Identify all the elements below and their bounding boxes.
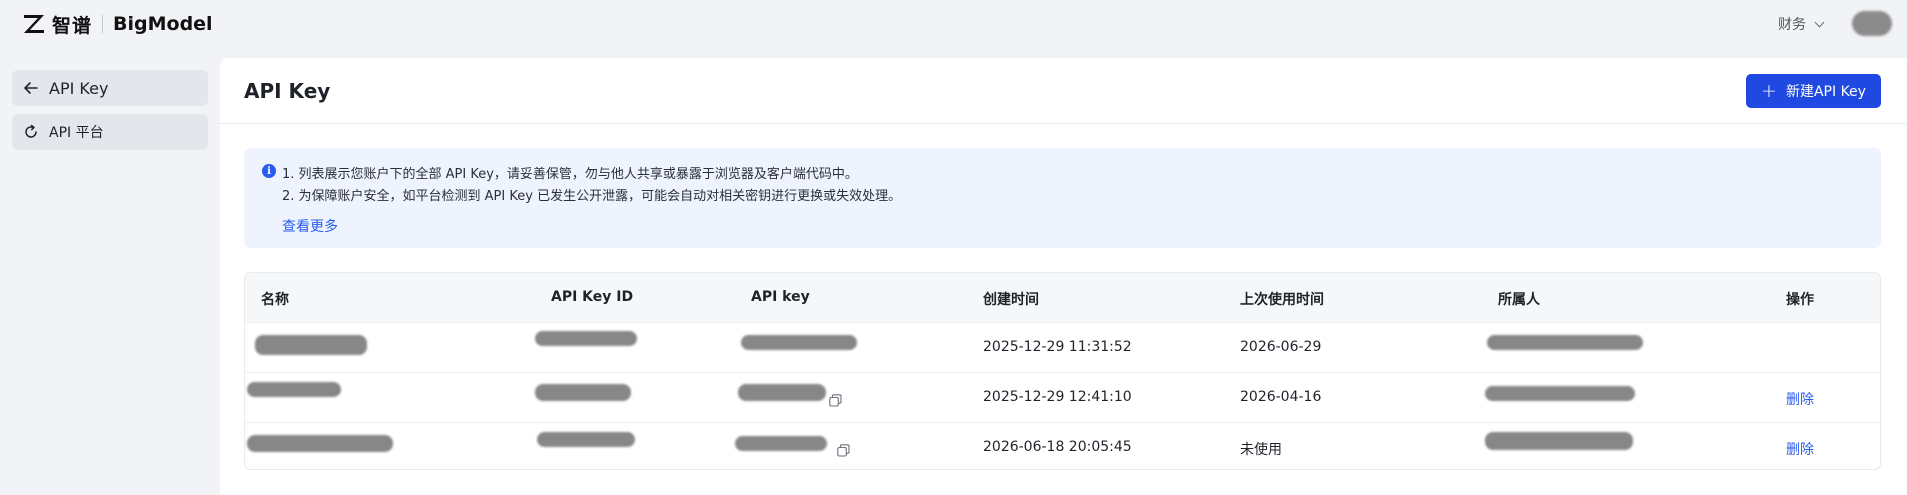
redacted-owner	[1485, 386, 1635, 401]
delete-button[interactable]: 删除	[1786, 439, 1814, 459]
table-row: 2025-12-29 11:31:52 2026-06-29	[245, 323, 1880, 373]
finance-label: 财务	[1778, 17, 1806, 33]
table-row: 2026-06-18 20:05:45 未使用 删除	[245, 423, 1880, 469]
redacted-api-key	[735, 436, 827, 451]
column-header-name: 名称	[261, 292, 289, 308]
redacted-name	[247, 382, 341, 397]
brand-name-en: BigModel	[113, 13, 213, 35]
column-header-created: 创建时间	[983, 292, 1039, 308]
redacted-key-id	[535, 331, 637, 346]
notice-line-2: 2. 为保障账户安全，如平台检测到 API Key 已发生公开泄露，可能会自动对…	[282, 189, 902, 204]
last-used-time: 未使用	[1240, 442, 1282, 458]
created-time: 2025-12-29 11:31:52	[983, 339, 1132, 355]
column-header-owner: 所属人	[1498, 292, 1540, 308]
column-header-api-key: API key	[751, 289, 810, 305]
brand-logo[interactable]: 智谱 BigModel	[22, 11, 213, 37]
redacted-owner	[1485, 432, 1633, 450]
redacted-api-key	[738, 384, 826, 401]
sidebar-item-api-key[interactable]: API Key	[12, 70, 208, 106]
view-more-link[interactable]: 查看更多	[282, 216, 338, 236]
arrow-left-icon	[23, 80, 39, 96]
table-row: 2025-12-29 12:41:10 2026-04-16 删除	[245, 373, 1880, 423]
redacted-name	[247, 435, 393, 452]
finance-menu[interactable]: 财务	[1778, 14, 1825, 34]
last-used-time: 2026-04-16	[1240, 389, 1322, 405]
sidebar-item-api-platform[interactable]: API 平台	[12, 114, 208, 150]
plus-icon: +	[1761, 79, 1777, 102]
delete-button[interactable]: 删除	[1786, 389, 1814, 409]
page-header: API Key + 新建API Key	[220, 58, 1907, 124]
column-header-key-id: API Key ID	[551, 289, 634, 305]
brand-divider	[102, 15, 104, 33]
avatar[interactable]	[1852, 11, 1892, 36]
info-icon: i	[262, 164, 276, 178]
chevron-down-icon	[1814, 17, 1825, 27]
new-api-key-button[interactable]: + 新建API Key	[1746, 74, 1881, 108]
redacted-owner	[1487, 335, 1643, 350]
redacted-name	[255, 335, 367, 355]
info-notice: i 1. 列表展示您账户下的全部 API Key，请妥善保管，勿与他人共享或暴露…	[244, 148, 1881, 248]
column-header-actions: 操作	[1786, 292, 1814, 308]
last-used-time: 2026-06-29	[1240, 339, 1322, 355]
redacted-key-id	[537, 432, 635, 447]
created-time: 2026-06-18 20:05:45	[983, 439, 1132, 455]
sidebar-item-label: API 平台	[49, 125, 104, 141]
column-header-last-used: 上次使用时间	[1240, 292, 1324, 308]
refresh-icon	[23, 124, 39, 140]
notice-line-1: 1. 列表展示您账户下的全部 API Key，请妥善保管，勿与他人共享或暴露于浏…	[282, 167, 858, 182]
redacted-api-key	[741, 335, 857, 350]
sidebar-item-label: API Key	[49, 78, 109, 98]
top-bar: 智谱 BigModel 财务	[0, 0, 1907, 50]
zhipu-logo-icon	[24, 15, 44, 33]
table-header: 名称 API Key ID API key 创建时间 上次使用时间 所属人 操作	[245, 273, 1880, 323]
copy-icon[interactable]	[829, 392, 842, 407]
created-time: 2025-12-29 12:41:10	[983, 389, 1132, 405]
copy-icon[interactable]	[837, 442, 850, 457]
brand-name-cn: 智谱	[52, 14, 93, 37]
main-panel: API Key + 新建API Key i 1. 列表展示您账户下的全部 API…	[220, 58, 1907, 495]
api-key-table: 名称 API Key ID API key 创建时间 上次使用时间 所属人 操作…	[244, 272, 1881, 470]
new-api-key-label: 新建API Key	[1785, 84, 1866, 100]
page-title: API Key	[244, 79, 331, 103]
redacted-key-id	[535, 384, 631, 401]
